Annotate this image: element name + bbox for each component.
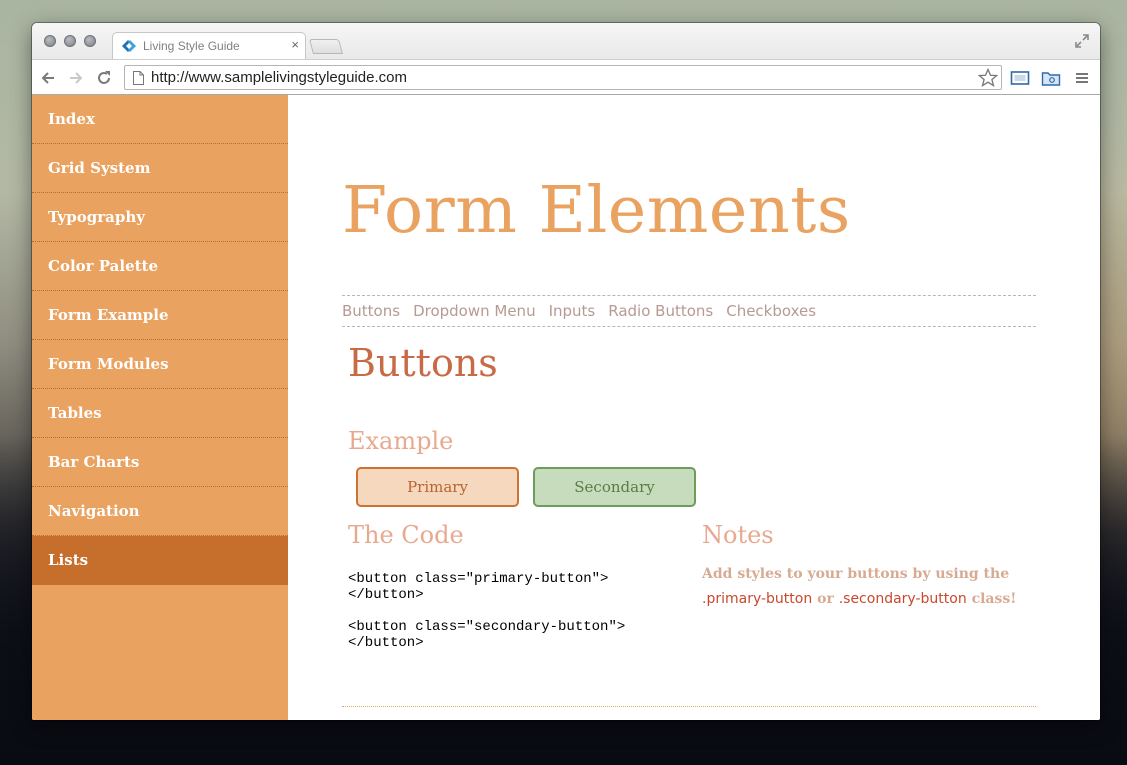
tab-strip: Living Style Guide × <box>32 23 1100 59</box>
sidebar-item-lists[interactable]: Lists <box>32 536 288 585</box>
page-icon <box>133 71 144 85</box>
secondary-button[interactable]: Secondary <box>533 467 696 507</box>
sidebar-item-tables[interactable]: Tables <box>32 389 288 438</box>
sidebar-item-index[interactable]: Index <box>32 95 288 144</box>
sidebar-nav: Index Grid System Typography Color Palet… <box>32 95 288 720</box>
sidebar-item-bar-charts[interactable]: Bar Charts <box>32 438 288 487</box>
tab-close-icon[interactable]: × <box>291 38 299 52</box>
fullscreen-arrows-icon[interactable] <box>1074 33 1090 49</box>
notes-class-secondary: .secondary-button <box>838 591 967 607</box>
zoom-window-button[interactable] <box>84 35 96 47</box>
section-subnav: Buttons Dropdown Menu Inputs Radio Buttons C… <box>342 295 1036 327</box>
browser-window: Living Style Guide × http://www.sampleli… <box>32 23 1100 720</box>
code-sample: <button class="primary-button"> </button… <box>348 571 626 651</box>
cast-screen-icon[interactable] <box>1010 69 1030 87</box>
notes-text: Add styles to your buttons by using the … <box>702 562 1042 612</box>
tab-title: Living Style Guide <box>143 39 240 53</box>
subnav-link-radio-buttons[interactable]: Radio Buttons <box>608 296 713 327</box>
close-window-button[interactable] <box>44 35 56 47</box>
sidebar-item-form-example[interactable]: Form Example <box>32 291 288 340</box>
subnav-link-buttons[interactable]: Buttons <box>342 296 400 327</box>
menu-hamburger-icon[interactable] <box>1072 69 1092 87</box>
code-heading: The Code <box>348 521 464 549</box>
sidebar-item-color-palette[interactable]: Color Palette <box>32 242 288 291</box>
subnav-link-checkboxes[interactable]: Checkboxes <box>726 296 816 327</box>
reload-icon[interactable] <box>95 69 113 87</box>
style-guide-favicon-icon <box>122 40 136 52</box>
browser-tab[interactable]: Living Style Guide × <box>112 32 306 59</box>
browser-toolbar: http://www.samplelivingstyleguide.com <box>32 59 1100 95</box>
main-content: Form Elements Buttons Dropdown Menu Inputs… <box>288 95 1100 720</box>
subnav-link-dropdown-menu[interactable]: Dropdown Menu <box>413 296 536 327</box>
notes-text-or: or <box>817 591 834 607</box>
example-heading: Example <box>348 427 454 455</box>
primary-button[interactable]: Primary <box>356 467 519 507</box>
notes-text-suffix: class! <box>971 591 1017 607</box>
sidebar-item-form-modules[interactable]: Form Modules <box>32 340 288 389</box>
new-tab-button[interactable] <box>308 39 344 54</box>
section-divider <box>342 706 1036 707</box>
back-arrow-icon[interactable] <box>39 69 57 87</box>
notes-heading: Notes <box>702 521 774 549</box>
notes-text-intro: Add styles to your buttons by using the <box>702 566 1010 582</box>
sidebar-item-grid-system[interactable]: Grid System <box>32 144 288 193</box>
bookmark-star-icon[interactable] <box>978 68 998 88</box>
page-title: Form Elements <box>342 173 851 248</box>
minimize-window-button[interactable] <box>64 35 76 47</box>
folder-extension-icon[interactable] <box>1041 69 1061 87</box>
url-text[interactable]: http://www.samplelivingstyleguide.com <box>151 69 407 86</box>
sidebar-item-typography[interactable]: Typography <box>32 193 288 242</box>
notes-class-primary: .primary-button <box>702 591 813 607</box>
sidebar-item-navigation[interactable]: Navigation <box>32 487 288 536</box>
subnav-link-inputs[interactable]: Inputs <box>549 296 596 327</box>
section-title-buttons: Buttons <box>348 341 498 385</box>
forward-arrow-icon[interactable] <box>67 69 85 87</box>
address-bar[interactable]: http://www.samplelivingstyleguide.com <box>124 65 1002 90</box>
